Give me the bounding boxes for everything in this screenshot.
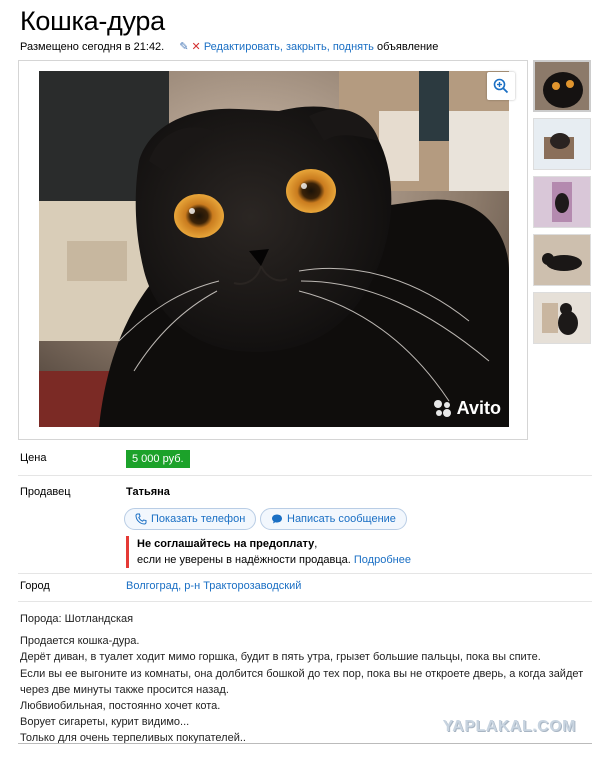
price-row: Цена 5 000 руб. — [18, 446, 592, 476]
yaplakal-watermark: YAPLAKAL.COM — [442, 718, 576, 735]
warning-comma: , — [314, 538, 318, 550]
thumbnail-3[interactable] — [533, 176, 591, 228]
listing-word: объявление — [376, 41, 439, 53]
cat-photo-image — [39, 71, 509, 427]
zoom-button[interactable] — [487, 72, 515, 100]
price-badge: 5 000 руб. — [126, 450, 190, 468]
posted-date: Размещено сегодня в 21:42. — [20, 41, 165, 53]
warning-text: если не уверены в надёжности продавца. — [137, 554, 351, 566]
thumbnail-image — [534, 293, 590, 343]
edit-link[interactable]: Редактировать — [204, 41, 280, 53]
details-link[interactable]: Подробнее — [354, 554, 411, 566]
phone-icon — [135, 513, 147, 525]
warning-title: Не соглашайтесь на предоплату — [137, 538, 315, 550]
thumbnail-4[interactable] — [533, 234, 591, 286]
thumbnail-image — [534, 235, 590, 285]
avito-watermark: Avito — [433, 398, 501, 419]
write-message-button[interactable]: Написать сообщение — [260, 508, 407, 530]
description-line-1: Продается кошка-дура. — [20, 635, 140, 648]
bottom-divider — [18, 743, 592, 744]
city-label: Город — [20, 580, 50, 592]
thumbnail-2[interactable] — [533, 118, 591, 170]
raise-link[interactable]: поднять — [333, 41, 374, 53]
separator-comma-2: , — [326, 41, 330, 53]
close-icon: ✕ — [191, 41, 201, 53]
show-phone-button[interactable]: Показать телефон — [124, 508, 257, 530]
description-line-5: Любвиобильная, постоянно хочет кота. — [20, 700, 221, 713]
write-message-label: Написать сообщение — [287, 513, 396, 525]
chat-bubble-icon — [272, 514, 282, 524]
zoom-in-icon — [493, 78, 509, 94]
seller-label: Продавец — [20, 486, 71, 498]
avito-watermark-text: Avito — [456, 398, 501, 418]
photo-gallery: Avito — [18, 60, 528, 440]
city-value[interactable]: Волгоград, р-н Тракторозаводский — [126, 580, 301, 592]
main-photo[interactable]: Avito — [39, 71, 509, 427]
pencil-icon: ✎ — [179, 41, 189, 53]
prepayment-warning: Не соглашайтесь на предоплату, если не у… — [126, 536, 411, 568]
thumbnail-1[interactable] — [533, 60, 591, 112]
contact-buttons: Показать телефон Написать сообщение — [18, 508, 592, 532]
avito-logo-icon — [433, 399, 451, 417]
seller-name: Татьяна — [126, 486, 170, 498]
show-phone-label: Показать телефон — [151, 513, 246, 525]
breed-line: Порода: Шотландская — [20, 613, 134, 625]
close-link[interactable]: закрыть — [286, 41, 327, 53]
thumbnail-image — [534, 119, 590, 169]
listing-meta: Размещено сегодня в 21:42. ✎ ✕ Редактиров… — [20, 40, 438, 53]
listing-title: Кошка-дура — [20, 6, 165, 36]
description-line-4: через две минуты также просится назад. — [20, 683, 229, 696]
price-label: Цена — [20, 452, 47, 464]
thumbnail-5[interactable] — [533, 292, 591, 344]
city-row: Город Волгоград, р-н Тракторозаводский — [18, 574, 592, 602]
thumbnail-image — [534, 177, 590, 227]
thumbnail-image — [535, 62, 589, 110]
separator-comma-1: , — [279, 41, 283, 53]
description-line-3: Если вы ее выгоните из комнаты, она долб… — [20, 667, 584, 680]
seller-row: Продавец Татьяна Показать телефон Написа… — [18, 476, 592, 574]
thumbnail-strip — [530, 60, 594, 350]
description-line-2: Дерёт диван, в туалет ходит мимо горшка,… — [20, 651, 541, 664]
